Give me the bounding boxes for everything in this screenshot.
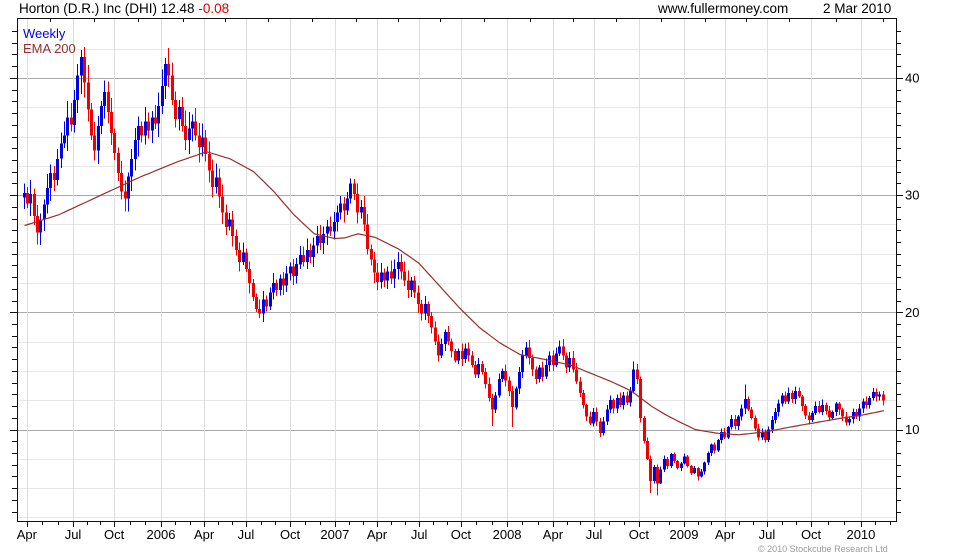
x-axis-label: Jul	[238, 527, 255, 542]
y-axis-label: 40	[905, 70, 919, 85]
x-axis-label: Oct	[629, 527, 650, 542]
x-axis-label: 2008	[493, 527, 522, 542]
x-axis-label: Apr	[715, 527, 736, 542]
x-axis-label: Jul	[586, 527, 603, 542]
chart-date: 2 Mar 2010	[823, 1, 892, 16]
legend-ema-indicator: EMA 200	[23, 41, 76, 56]
x-axis-label: Oct	[801, 527, 822, 542]
x-axis-label: Oct	[451, 527, 472, 542]
price-chart: 10 20 30 40 Apr Jul Oct 2006 Apr Jul Oct 2007 Apr Jul…	[10, 18, 919, 542]
legend-timeframe: Weekly	[23, 26, 66, 41]
ema-200-line	[24, 151, 885, 436]
candlesticks	[23, 47, 885, 496]
x-axis-label: 2006	[147, 527, 176, 542]
x-axis-label: Apr	[194, 527, 215, 542]
source-url: www.fullermoney.com	[658, 1, 789, 16]
x-axis-label: Jul	[65, 527, 82, 542]
x-axis-label: 2010	[846, 527, 875, 542]
x-axis-label: Oct	[104, 527, 125, 542]
y-axis-label: 20	[905, 305, 919, 320]
x-axis-label: 2009	[670, 527, 699, 542]
x-axis-label: Jul	[411, 527, 428, 542]
chart-title: Horton (D.R.) Inc (DHI) 12.48 -0.08	[19, 1, 229, 16]
price-change: -0.08	[198, 1, 230, 16]
last-price: 12.48	[160, 1, 195, 16]
y-axis-label: 10	[905, 422, 919, 437]
x-axis-label: Apr	[543, 527, 564, 542]
x-axis-label: 2007	[320, 527, 349, 542]
instrument-name: Horton (D.R.) Inc (DHI)	[19, 1, 158, 16]
x-axis-label: Jul	[759, 527, 776, 542]
y-axis-label: 30	[905, 188, 919, 203]
x-axis-label: Apr	[17, 527, 38, 542]
x-axis-label: Apr	[367, 527, 388, 542]
x-axis-label: Oct	[280, 527, 301, 542]
copyright-notice: © 2010 Stockcube Research Ltd	[758, 544, 888, 554]
